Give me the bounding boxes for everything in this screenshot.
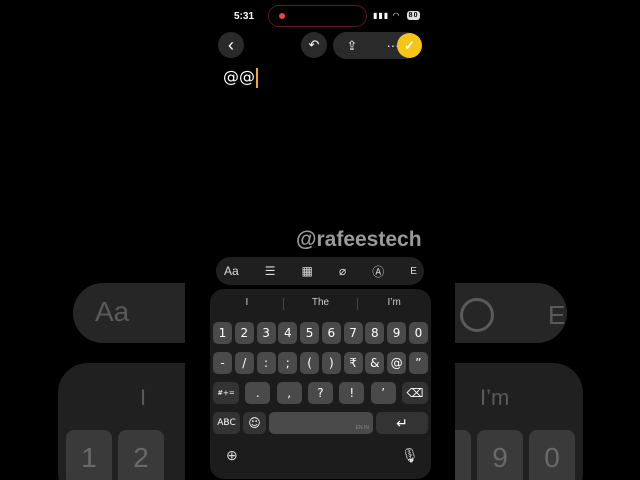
suggestion-bar: I The I’m bbox=[210, 297, 431, 313]
suggestion-item[interactable]: The bbox=[284, 297, 358, 313]
key[interactable]: 9 bbox=[387, 322, 407, 344]
suggestion-item[interactable]: I bbox=[210, 297, 284, 313]
key[interactable]: 2 bbox=[234, 322, 254, 344]
delete-key[interactable]: ⌫ bbox=[401, 382, 428, 404]
globe-icon[interactable]: ⊕ bbox=[226, 447, 238, 464]
checkmark-icon: ✓ bbox=[404, 37, 415, 53]
attachment-icon[interactable]: ⌀ bbox=[339, 264, 346, 278]
done-button[interactable]: ✓ bbox=[397, 33, 422, 58]
undo-button[interactable]: ↶ bbox=[301, 32, 327, 58]
key[interactable]: 3 bbox=[256, 322, 276, 344]
note-body[interactable]: @@ bbox=[223, 67, 258, 88]
key[interactable]: ) bbox=[321, 352, 341, 374]
phone-screen: 5:31 ▮▮▮ ◠ 80 ‹ ↶ ⇪ ··· ✓ @@ @rafeestech… bbox=[185, 0, 455, 480]
status-bar: 5:31 ▮▮▮ ◠ 80 bbox=[185, 0, 455, 32]
bg-key: 1 bbox=[66, 430, 112, 480]
number-row: 1 2 3 4 5 6 7 8 9 0 bbox=[213, 322, 428, 344]
suggestion-item[interactable]: I’m bbox=[357, 297, 431, 313]
key[interactable]: , bbox=[276, 382, 302, 404]
space-language-hint: EN IN bbox=[355, 425, 369, 431]
keyboard-footer: ⊕ 🎙 bbox=[210, 447, 431, 467]
overflow-icon[interactable]: E bbox=[410, 266, 417, 277]
key[interactable]: ” bbox=[408, 352, 428, 374]
key[interactable]: / bbox=[234, 352, 254, 374]
wifi-icon: ◠ bbox=[392, 11, 401, 20]
punctuation-row: #+= . , ? ! ’ ⌫ bbox=[213, 382, 428, 404]
more-symbols-key[interactable]: #+= bbox=[213, 382, 239, 404]
share-icon: ⇪ bbox=[346, 37, 358, 53]
table-icon[interactable]: ▦ bbox=[302, 264, 313, 278]
watermark: @rafeestech bbox=[296, 228, 422, 251]
return-icon: ↵ bbox=[396, 414, 408, 431]
status-icons: ▮▮▮ ◠ 80 bbox=[373, 11, 421, 21]
key[interactable]: 4 bbox=[278, 322, 298, 344]
bg-key: 2 bbox=[118, 430, 164, 480]
dynamic-island bbox=[268, 5, 367, 27]
abc-key[interactable]: ABC bbox=[213, 412, 240, 434]
bg-e-label: E bbox=[548, 300, 566, 330]
bg-suggestion-left: I bbox=[140, 385, 147, 410]
key[interactable]: 1 bbox=[213, 322, 232, 344]
back-button[interactable]: ‹ bbox=[218, 32, 244, 58]
return-key[interactable]: ↵ bbox=[376, 412, 428, 434]
backspace-icon: ⌫ bbox=[406, 386, 424, 400]
key[interactable]: & bbox=[365, 352, 385, 374]
share-button[interactable]: ⇪ bbox=[347, 38, 358, 54]
recording-dot-icon bbox=[279, 13, 285, 19]
key[interactable]: 7 bbox=[343, 322, 363, 344]
key[interactable]: ₹ bbox=[343, 352, 363, 374]
key[interactable]: ; bbox=[278, 352, 298, 374]
emoji-key[interactable]: ☺ bbox=[243, 412, 266, 434]
suggestion-divider bbox=[283, 298, 284, 310]
emoji-icon: ☺ bbox=[248, 416, 261, 430]
bottom-key-row: ABC ☺ EN IN ↵ bbox=[213, 412, 428, 434]
key[interactable]: ? bbox=[307, 382, 333, 404]
key[interactable]: . bbox=[245, 382, 271, 404]
key[interactable]: ( bbox=[300, 352, 320, 374]
bg-key: 9 bbox=[477, 430, 523, 480]
chevron-left-icon: ‹ bbox=[228, 35, 234, 55]
space-bar[interactable]: EN IN bbox=[269, 412, 373, 434]
key[interactable]: 6 bbox=[321, 322, 341, 344]
text-caret bbox=[256, 67, 258, 88]
format-toolbar: Aa ☰ ▦ ⌀ Ⓐ E bbox=[216, 257, 424, 285]
signal-icon: ▮▮▮ bbox=[373, 11, 390, 20]
keyboard: I The I’m 1 2 3 4 5 6 7 8 9 0 - / : ; ( … bbox=[210, 289, 431, 479]
bg-suggestion-right: I’m bbox=[480, 385, 510, 410]
markup-icon[interactable]: Ⓐ bbox=[372, 263, 384, 280]
bg-markup-icon bbox=[460, 298, 494, 332]
key[interactable]: 0 bbox=[408, 322, 428, 344]
battery-icon: 80 bbox=[406, 11, 421, 21]
key[interactable]: ! bbox=[339, 382, 365, 404]
key[interactable]: @ bbox=[387, 352, 407, 374]
note-content: @@ bbox=[223, 67, 255, 86]
text-style-button[interactable]: Aa bbox=[224, 264, 239, 278]
microphone-icon[interactable]: 🎙 bbox=[401, 447, 419, 464]
checklist-icon[interactable]: ☰ bbox=[265, 264, 276, 278]
key[interactable]: - bbox=[213, 352, 232, 374]
key[interactable]: ’ bbox=[370, 382, 396, 404]
key[interactable]: : bbox=[256, 352, 276, 374]
status-time: 5:31 bbox=[234, 11, 255, 22]
key[interactable]: 8 bbox=[365, 322, 385, 344]
key[interactable]: 5 bbox=[300, 322, 320, 344]
symbol-row: - / : ; ( ) ₹ & @ ” bbox=[213, 352, 428, 374]
suggestion-divider bbox=[357, 298, 358, 310]
bg-aa-label: Aa bbox=[95, 296, 130, 327]
undo-icon: ↶ bbox=[308, 37, 320, 52]
bg-key: 0 bbox=[529, 430, 575, 480]
